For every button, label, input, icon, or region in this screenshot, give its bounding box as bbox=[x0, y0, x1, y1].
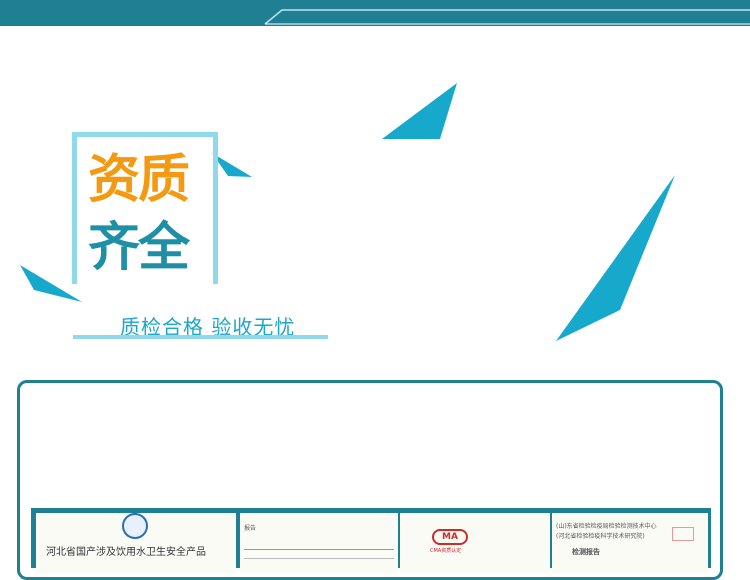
stamp-icon bbox=[672, 527, 694, 541]
triangle-right-large bbox=[556, 175, 675, 341]
certificate-image-2[interactable]: 报告 bbox=[240, 513, 398, 573]
cma-logo-caption: CMA资质认定 bbox=[430, 548, 462, 554]
certificate-2-table bbox=[244, 549, 394, 573]
title-line-1: 资质 bbox=[88, 150, 190, 210]
certificate-image-1[interactable]: 河北省国产涉及饮用水卫生安全产品 bbox=[36, 513, 236, 573]
cma-logo-icon: MA bbox=[432, 529, 468, 545]
subtitle-underline bbox=[73, 335, 328, 339]
triangle-upper-mid bbox=[382, 83, 457, 139]
certificate-4-org-line-2: (河北省检验检疫科学技术研究院) bbox=[556, 533, 645, 540]
emblem-seal-icon bbox=[122, 513, 148, 539]
title-line-2: 齐全 bbox=[88, 218, 190, 278]
certificate-image-3[interactable]: MA CMA资质认定 bbox=[400, 513, 550, 573]
certificate-1-heading: 河北省国产涉及饮用水卫生安全产品 bbox=[46, 547, 206, 558]
triangle-frame-right bbox=[212, 153, 252, 177]
certificate-2-note: 报告 bbox=[244, 525, 257, 532]
certificate-4-org-line-1: (山)东省检验检疫局检验检测技术中心 bbox=[556, 523, 657, 530]
certificate-image-4[interactable]: (山)东省检验检疫局检验检测技术中心 (河北省检验检疫科学技术研究院) 检测报告 bbox=[552, 513, 708, 573]
certificate-4-report-label: 检测报告 bbox=[572, 548, 600, 556]
